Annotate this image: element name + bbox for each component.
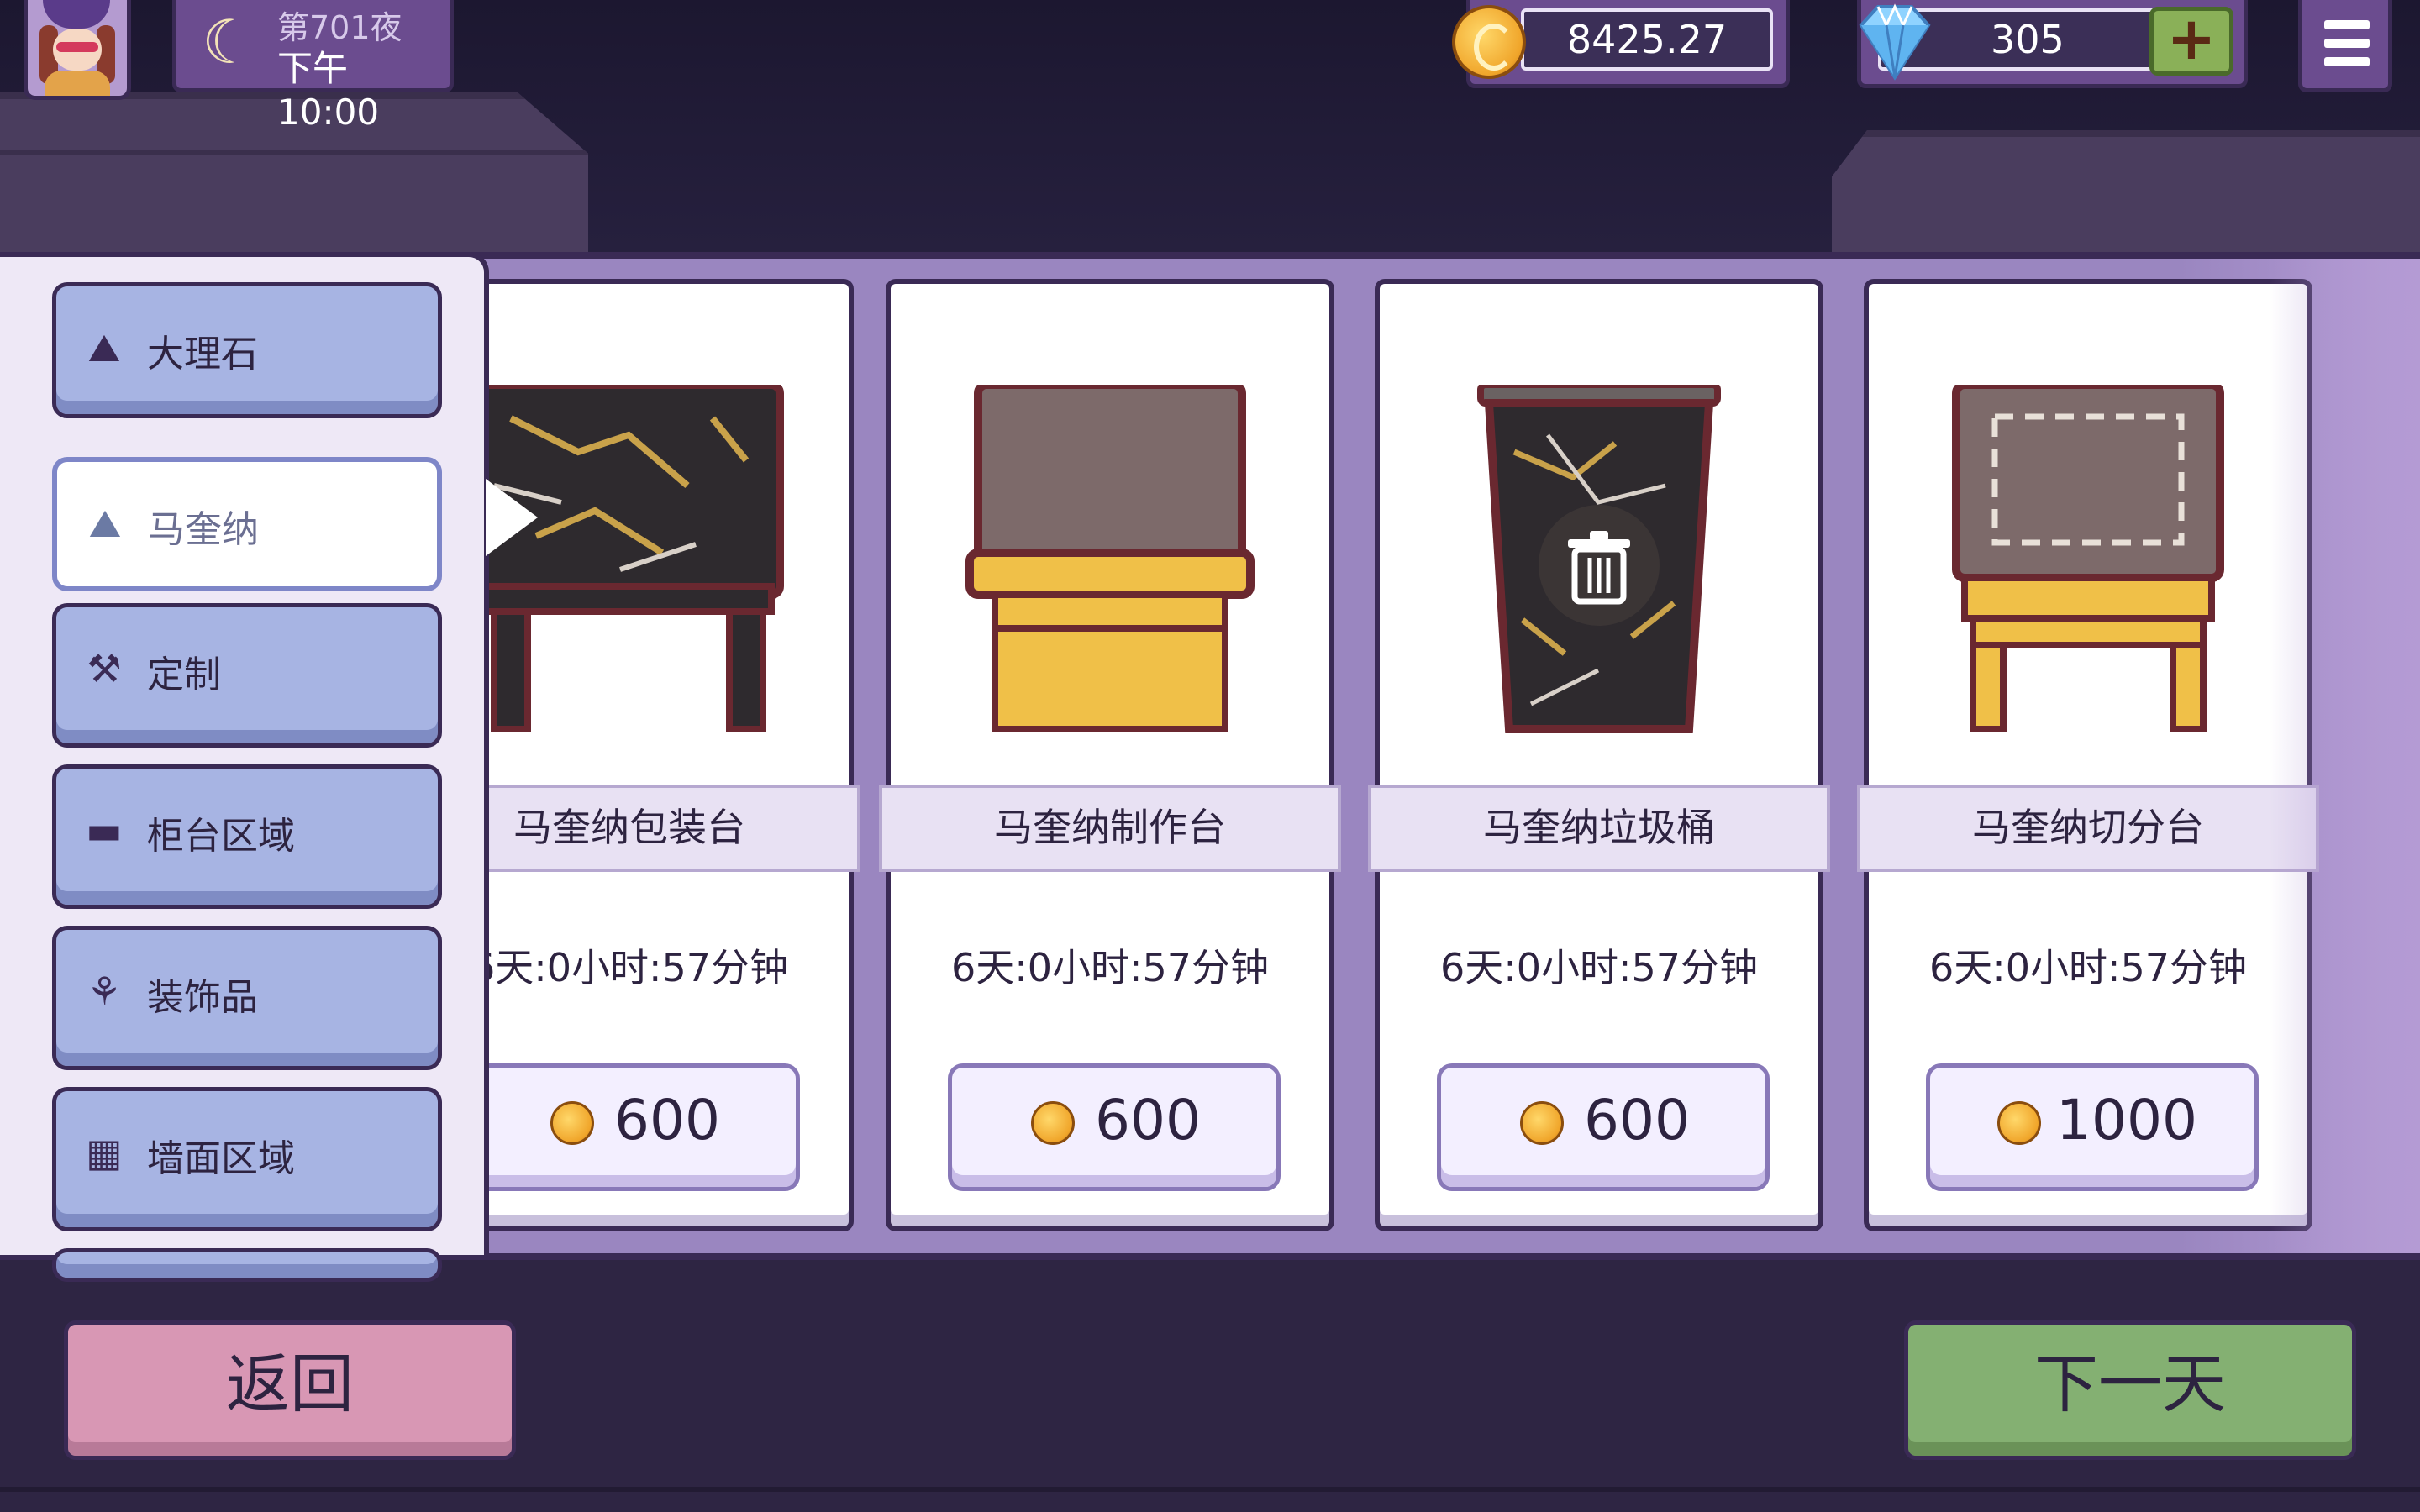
selected-category-pointer xyxy=(486,479,538,556)
clock-time: 下午10:00 xyxy=(277,48,380,133)
mountain-icon: ⛰ xyxy=(87,325,121,370)
hamburger-icon-line xyxy=(2324,20,2370,29)
next-day-button[interactable]: 下一天 xyxy=(1904,1320,2356,1460)
moon-icon: ☾ xyxy=(202,7,256,77)
buy-button[interactable]: 1000 xyxy=(1926,1063,2259,1191)
coin-icon xyxy=(550,1101,594,1145)
item-name: 马奎纳包装台 xyxy=(489,785,860,872)
coin-balance-value: 8425.27 xyxy=(1521,8,1773,71)
item-name: 马奎纳垃圾桶 xyxy=(1368,785,1830,872)
mountain-icon: ⛰ xyxy=(88,501,122,546)
avatar-body xyxy=(45,71,110,96)
item-price: 600 xyxy=(1095,1088,1201,1152)
wall-icon: ▦ xyxy=(86,1130,123,1175)
buy-button[interactable]: 600 xyxy=(948,1063,1281,1191)
category-label: 大理石 xyxy=(147,333,258,375)
category-label: 墙面区域 xyxy=(147,1137,295,1180)
trash-bin-icon xyxy=(1477,385,1721,733)
add-gems-button[interactable]: + xyxy=(2149,7,2233,76)
hammer-icon: ⚒ xyxy=(87,646,122,691)
item-card[interactable]: 马奎纳制作台 6天:0小时:57分钟 600 xyxy=(879,279,1341,1231)
hamburger-icon-line xyxy=(2324,39,2370,48)
avatar-hat xyxy=(43,0,110,29)
packing-table-icon xyxy=(489,385,784,732)
buy-button[interactable]: 600 xyxy=(489,1063,800,1191)
menu-button[interactable] xyxy=(2298,0,2392,92)
hamburger-icon-line xyxy=(2324,57,2370,66)
buy-button[interactable]: 600 xyxy=(1437,1063,1770,1191)
category-marquina[interactable]: ⛰ 马奎纳 xyxy=(52,457,442,591)
category-label: 马奎纳 xyxy=(148,508,259,551)
diamond-icon xyxy=(1859,3,1931,81)
item-timer: 6天:0小时:57分钟 xyxy=(950,945,1270,990)
category-label: 定制 xyxy=(147,654,221,696)
category-wall-area[interactable]: ▦ 墙面区域 xyxy=(52,1087,442,1231)
coin-icon xyxy=(1997,1101,2041,1145)
coin-icon xyxy=(1452,5,1526,79)
category-label: 装饰品 xyxy=(147,976,258,1019)
coin-icon xyxy=(1031,1101,1075,1145)
category-label: 柜台区域 xyxy=(147,815,295,858)
plant-icon: ⚘ xyxy=(87,969,122,1014)
item-price: 600 xyxy=(1584,1088,1690,1152)
category-decorations[interactable]: ⚘ 装饰品 xyxy=(52,926,442,1070)
avatar-glasses xyxy=(56,42,98,52)
coin-icon xyxy=(1520,1101,1564,1145)
category-sidebar[interactable]: ⛰ 大理石 ⛰ 马奎纳 ⚒ 定制 ▬ 柜台区域 ⚘ 装饰品 ▦ 墙面区域 xyxy=(0,252,489,1282)
rooftop-right xyxy=(1832,130,2420,263)
item-timer: 6天:0小时:57分钟 xyxy=(489,945,789,990)
back-button[interactable]: 返回 xyxy=(64,1320,516,1460)
item-name: 马奎纳切分台 xyxy=(1857,785,2319,872)
cutting-table-icon xyxy=(1952,385,2224,732)
counter-icon: ▬ xyxy=(86,807,123,853)
item-price: 600 xyxy=(614,1088,720,1152)
category-counter-area[interactable]: ▬ 柜台区域 xyxy=(52,764,442,909)
item-cards-scroll[interactable]: 马奎纳包装台 6天:0小时:57分钟 600 马奎纳制作台 6天:0小时:57分… xyxy=(489,259,2363,1253)
day-time-panel: ☾ 第701夜 下午10:00 xyxy=(172,0,454,133)
item-card[interactable]: 马奎纳切分台 6天:0小时:57分钟 1000 xyxy=(1857,279,2319,1231)
scroll-fade-overlay xyxy=(2269,259,2420,1253)
item-timer: 6天:0小时:57分钟 xyxy=(1928,945,2248,990)
item-timer: 6天:0小时:57分钟 xyxy=(1439,945,1759,990)
category-next-partial[interactable] xyxy=(52,1248,442,1282)
category-marble[interactable]: ⛰ 大理石 xyxy=(52,282,442,418)
item-price: 1000 xyxy=(2056,1088,2197,1152)
player-avatar[interactable] xyxy=(24,0,131,100)
crafting-table-icon xyxy=(965,385,1255,732)
item-card[interactable]: 马奎纳垃圾桶 6天:0小时:57分钟 600 xyxy=(1368,279,1830,1231)
category-custom[interactable]: ⚒ 定制 xyxy=(52,603,442,748)
item-name: 马奎纳制作台 xyxy=(879,785,1341,872)
item-card[interactable]: 马奎纳包装台 6天:0小时:57分钟 600 xyxy=(489,279,860,1231)
